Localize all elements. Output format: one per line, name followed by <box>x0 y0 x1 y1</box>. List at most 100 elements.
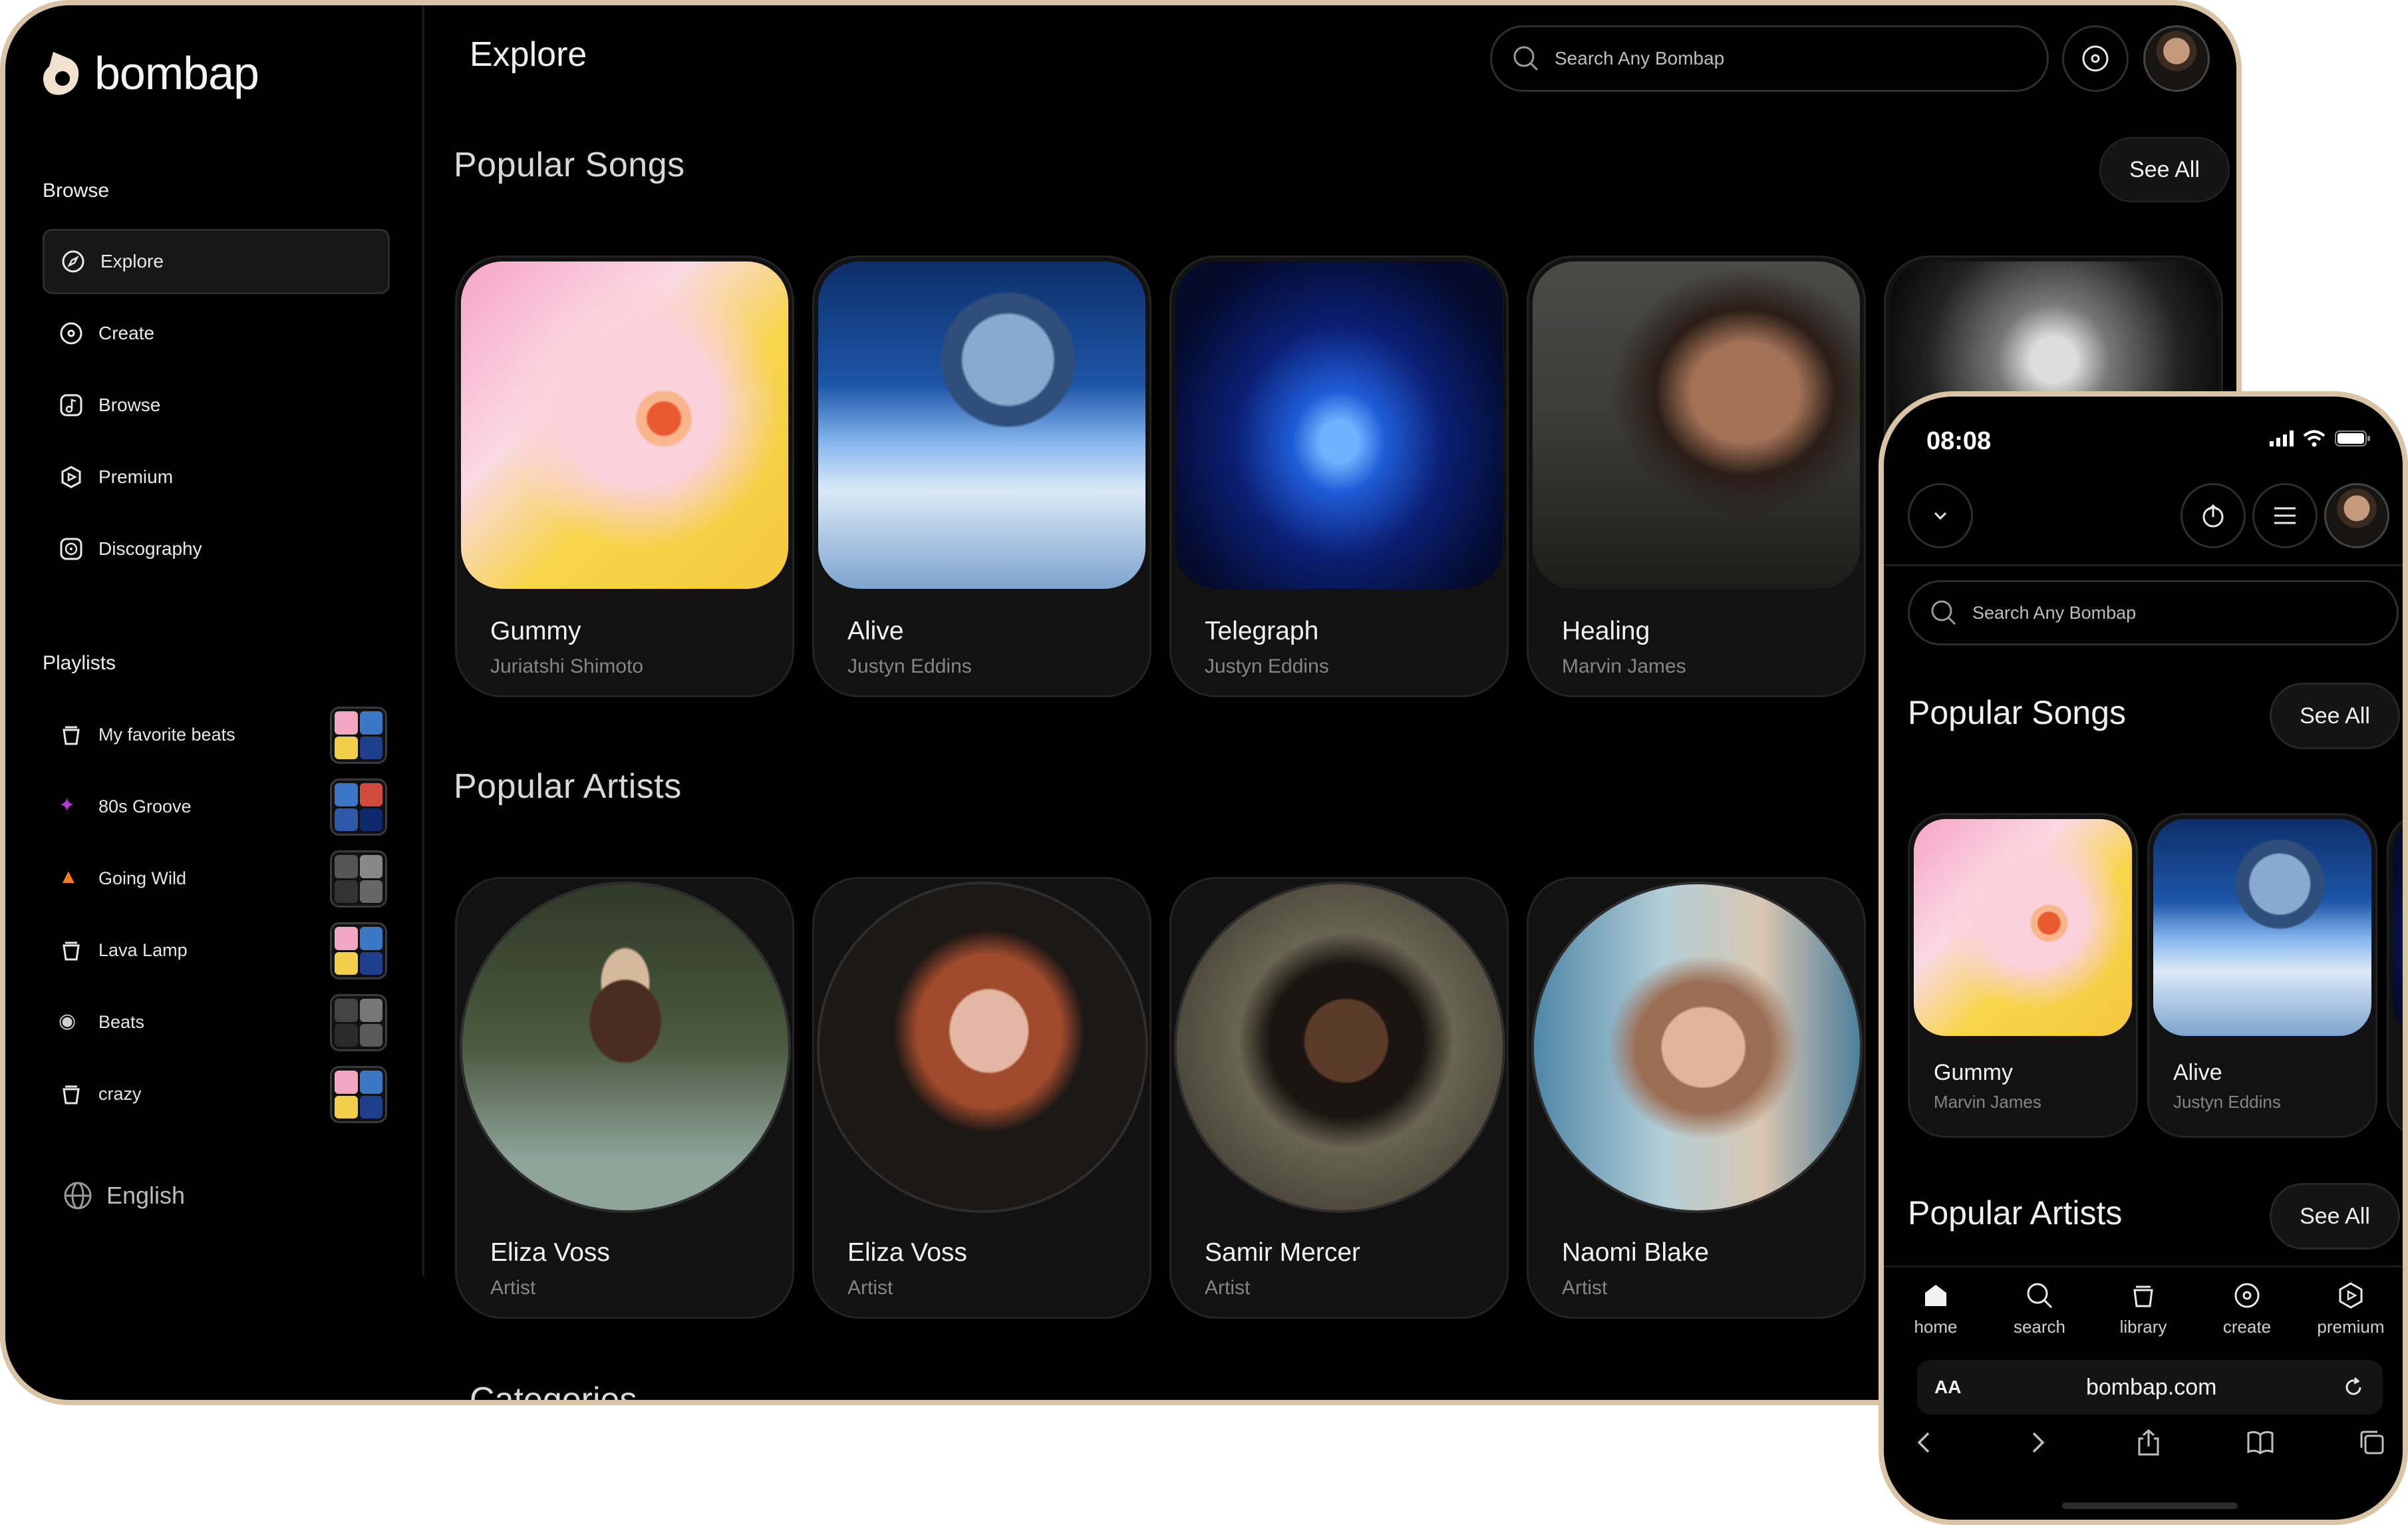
playlist-item-crazy[interactable]: crazy <box>43 1062 390 1126</box>
bucket-icon <box>2133 1285 2153 1307</box>
playlist-item-going-wild[interactable]: ▲ Going Wild <box>43 846 390 910</box>
sidebar-item-explore[interactable]: Explore <box>43 229 390 294</box>
disc-icon <box>2234 1283 2260 1308</box>
share-button[interactable] <box>2181 483 2246 548</box>
songs-see-all-button[interactable]: See All <box>2270 683 2400 749</box>
search-placeholder: Search Any Bombap <box>1972 602 2137 623</box>
songs-see-all-button[interactable]: See All <box>2099 137 2230 202</box>
song-cover <box>1175 261 1503 589</box>
menu-icon <box>2274 507 2296 524</box>
song-artist: Juriatshi Shimoto <box>490 655 644 677</box>
artist-name: Eliza Voss <box>490 1238 610 1267</box>
song-card[interactable]: Alive Justyn Eddins <box>812 255 1151 697</box>
app-logo[interactable]: bombap <box>40 47 259 100</box>
tab-home[interactable]: home <box>1889 1281 1982 1352</box>
bucket-icon <box>63 941 80 961</box>
playlist-cover <box>330 994 387 1051</box>
language-selector[interactable]: English <box>63 1180 185 1211</box>
bucket-icon <box>63 726 80 745</box>
tab-create[interactable]: create <box>2200 1281 2294 1352</box>
artist-card[interactable]: Naomi Blake Artist <box>1527 877 1866 1319</box>
sidebar-item-browse[interactable]: Browse <box>43 373 390 438</box>
tab-label: premium <box>2317 1317 2385 1337</box>
song-artist: Justyn Eddins <box>1205 655 1329 677</box>
song-card[interactable]: Telegraph Justyn Eddins <box>1169 255 1509 697</box>
sidebar-item-create[interactable]: Create <box>43 301 390 366</box>
search-input[interactable]: Search Any Bombap <box>1908 580 2399 645</box>
song-card[interactable]: Gummy Marvin James <box>1908 813 2138 1138</box>
browser-url-bar[interactable]: AA bombap.com <box>1917 1360 2383 1415</box>
song-title: Telegraph <box>1205 617 1319 645</box>
song-card[interactable] <box>2387 813 2403 1138</box>
playlist-item-beats[interactable]: ◉ Beats <box>43 990 390 1054</box>
playlist-label: Lava Lamp <box>98 939 188 960</box>
artist-role: Artist <box>490 1277 536 1299</box>
compass-icon <box>62 250 84 273</box>
search-placeholder: Search Any Bombap <box>1555 48 1725 69</box>
artist-role: Artist <box>1205 1277 1251 1299</box>
collapse-button[interactable] <box>1908 483 1973 548</box>
playlist-item-80s-groove[interactable]: ✦ 80s Groove <box>43 774 390 838</box>
user-avatar[interactable] <box>2324 483 2389 548</box>
playlist-label: Going Wild <box>98 868 187 888</box>
artist-card[interactable]: Eliza Voss Artist <box>455 877 794 1319</box>
playlist-label: 80s Groove <box>98 796 192 816</box>
playlist-label: crazy <box>98 1083 142 1104</box>
artist-role: Artist <box>847 1277 893 1299</box>
reload-icon[interactable] <box>2341 1375 2365 1399</box>
browse-heading: Browse <box>43 180 110 202</box>
tab-bar: home search library create premium <box>1884 1266 2403 1352</box>
song-title: Gummy <box>1934 1060 2013 1085</box>
sidebar-item-premium[interactable]: Premium <box>43 444 390 510</box>
song-card[interactable]: Gummy Juriatshi Shimoto <box>455 255 794 697</box>
home-icon <box>1925 1285 1946 1306</box>
back-icon[interactable] <box>1910 1428 1940 1457</box>
tab-label: home <box>1914 1317 1958 1337</box>
song-title: Alive <box>2173 1060 2222 1085</box>
song-card[interactable]: Healing Marvin James <box>1527 255 1866 697</box>
app-name: bombap <box>94 47 259 99</box>
song-title: Healing <box>1562 617 1650 645</box>
tab-search[interactable]: search <box>1993 1281 2086 1352</box>
bookmarks-icon[interactable] <box>2246 1428 2275 1457</box>
song-card[interactable]: Alive Justyn Eddins <box>2147 813 2377 1138</box>
signal-icon <box>2270 430 2294 446</box>
popular-artists-title: Popular Artists <box>1908 1194 2123 1232</box>
power-share-icon <box>2202 504 2224 528</box>
tab-label: search <box>2013 1317 2066 1337</box>
artist-photo <box>460 882 791 1213</box>
tab-label: library <box>2119 1317 2167 1337</box>
artist-card[interactable]: Samir Mercer Artist <box>1169 877 1509 1319</box>
tab-library[interactable]: library <box>2097 1281 2190 1352</box>
song-artist: Justyn Eddins <box>2173 1092 2281 1112</box>
tab-premium[interactable]: premium <box>2304 1281 2397 1352</box>
artist-role: Artist <box>1562 1277 1608 1299</box>
reader-aa-button[interactable]: AA <box>1934 1377 1961 1398</box>
playlist-cover <box>330 922 387 979</box>
forward-icon[interactable] <box>2022 1428 2051 1457</box>
artist-card[interactable]: Eliza Voss Artist <box>812 877 1151 1319</box>
sidebar-item-discography[interactable]: Discography <box>43 516 390 582</box>
menu-button[interactable] <box>2252 483 2318 548</box>
user-avatar[interactable] <box>2143 25 2210 92</box>
song-cover <box>461 261 788 589</box>
artist-name: Samir Mercer <box>1205 1238 1361 1267</box>
tabs-icon[interactable] <box>2357 1428 2387 1457</box>
tab-label: create <box>2222 1317 2272 1337</box>
language-label: English <box>106 1182 186 1209</box>
playlist-item-my-favorite-beats[interactable]: My favorite beats <box>43 703 390 766</box>
song-title: Gummy <box>490 617 581 645</box>
disc-icon <box>60 322 82 345</box>
share-icon[interactable] <box>2134 1428 2163 1457</box>
status-time: 08:08 <box>1926 427 1992 455</box>
artists-see-all-button[interactable]: See All <box>2270 1183 2400 1250</box>
sidebar-item-label: Browse <box>98 395 161 415</box>
create-button[interactable] <box>2062 25 2129 92</box>
song-cover <box>1914 819 2132 1036</box>
playlist-label: Beats <box>98 1011 145 1032</box>
playlist-item-lava-lamp[interactable]: Lava Lamp <box>43 918 390 982</box>
phone-screen: 08:08 Search Any Bombap Popular Songs Se… <box>1884 397 2403 1520</box>
song-artist: Marvin James <box>1562 655 1686 677</box>
search-input[interactable]: Search Any Bombap <box>1490 25 2049 92</box>
popular-songs-title: Popular Songs <box>1908 694 2127 731</box>
